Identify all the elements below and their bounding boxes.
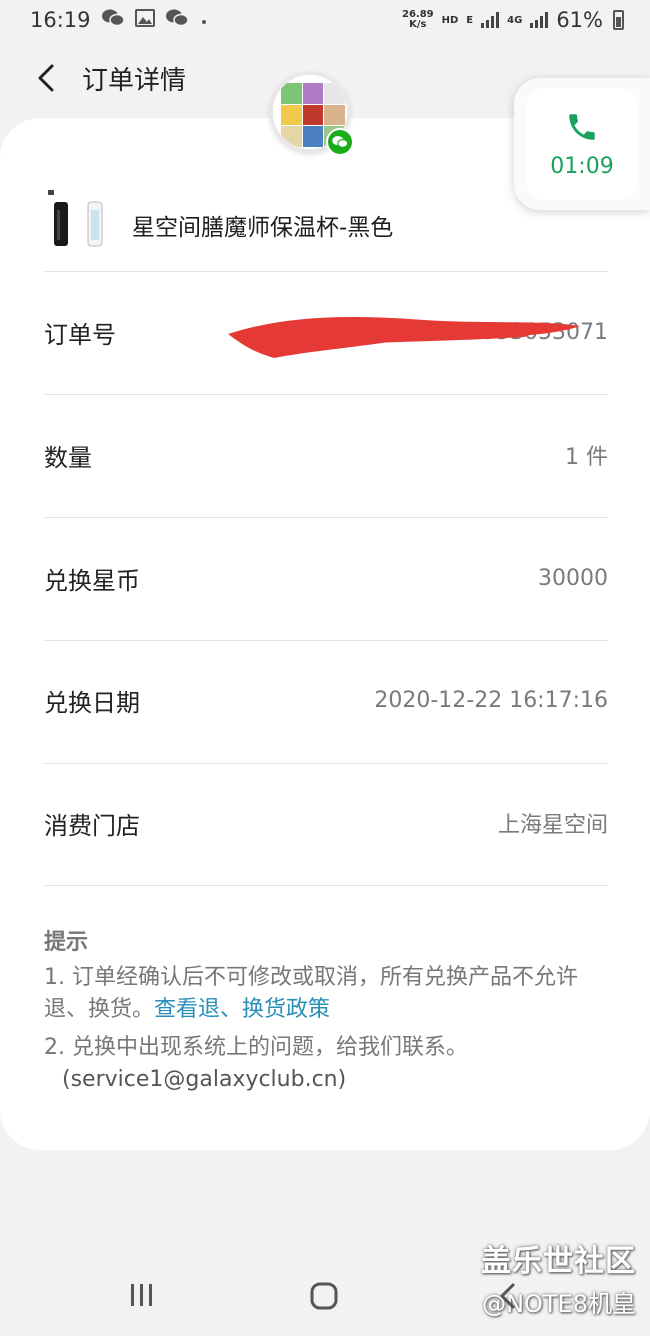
tips-title: 提示 xyxy=(44,930,89,955)
product-row[interactable]: 星空间膳魔师保温杯-黑色 xyxy=(44,178,608,272)
back-nav-button[interactable] xyxy=(496,1280,520,1316)
network-e: E xyxy=(466,14,474,26)
clock: 16:19 xyxy=(30,8,91,32)
battery-percent: 61% xyxy=(556,8,603,32)
page-title: 订单详情 xyxy=(82,65,187,96)
gallery-icon xyxy=(134,8,155,32)
chevron-left-icon xyxy=(38,64,54,92)
home-button[interactable] xyxy=(308,1280,340,1316)
divider xyxy=(44,640,608,641)
status-bar: 16:19 26.89 K/s HD E 4G 61% xyxy=(0,0,650,40)
wechat-icon xyxy=(101,8,125,33)
wechat-badge-icon xyxy=(326,128,354,156)
return-policy-link[interactable]: 查看退、换货政策 xyxy=(154,997,330,1022)
redaction-scribble xyxy=(228,316,580,358)
divider xyxy=(44,271,608,272)
signal-icon-2 xyxy=(530,12,549,28)
redeem-date-label: 兑换日期 xyxy=(44,688,140,717)
recent-apps-icon xyxy=(131,1284,152,1306)
more-notifications-dot-icon xyxy=(199,8,209,32)
wechat-icon-2 xyxy=(165,8,189,33)
product-name: 星空间膳魔师保温杯-黑色 xyxy=(132,215,394,241)
tip-item-2: 2. 兑换中出现系统上的问题，给我们联系。 xyxy=(44,1035,468,1060)
redeem-date-row: 兑换日期 2020-12-22 16:17:16 xyxy=(44,670,608,730)
star-coins-row: 兑换星币 30000 xyxy=(44,548,608,608)
divider xyxy=(44,394,608,395)
tip-item-1: 1. 订单经确认后不可修改或取消，所有兑换产品不允许退、换货。查看退、换货政策 xyxy=(44,965,578,1022)
back-button[interactable] xyxy=(24,56,68,100)
phone-icon xyxy=(569,113,595,140)
quantity-value: 1 件 xyxy=(565,445,608,470)
back-nav-icon xyxy=(499,1282,516,1310)
star-coins-label: 兑换星币 xyxy=(44,566,140,595)
quantity-label: 数量 xyxy=(44,443,92,472)
call-duration: 01:09 xyxy=(550,153,614,179)
store-value: 上海星空间 xyxy=(497,813,608,838)
order-number-label: 订单号 xyxy=(44,320,116,349)
divider xyxy=(44,885,608,886)
quantity-row: 数量 1 件 xyxy=(44,425,608,485)
store-row: 消费门店 上海星空间 xyxy=(44,793,608,853)
divider xyxy=(44,763,608,764)
divider xyxy=(44,517,608,518)
hd-indicator: HD xyxy=(441,14,459,26)
recent-apps-button[interactable] xyxy=(128,1280,156,1314)
tips-section: 提示 1. 订单经确认后不可修改或取消，所有兑换产品不允许退、换货。查看退、换货… xyxy=(44,924,614,1096)
system-nav-bar xyxy=(0,1262,650,1336)
redeem-date-value: 2020-12-22 16:17:16 xyxy=(374,687,608,713)
support-email: (service1@galaxyclub.cn) xyxy=(62,1067,347,1092)
battery-icon xyxy=(613,10,624,30)
star-coins-value: 30000 xyxy=(538,565,608,591)
store-label: 消费门店 xyxy=(44,811,140,840)
signal-icon xyxy=(481,12,500,28)
net-speed: 26.89 K/s xyxy=(401,9,434,30)
product-thumbnail xyxy=(44,190,114,260)
home-icon xyxy=(310,1282,338,1310)
network-4g: 4G xyxy=(507,14,523,26)
